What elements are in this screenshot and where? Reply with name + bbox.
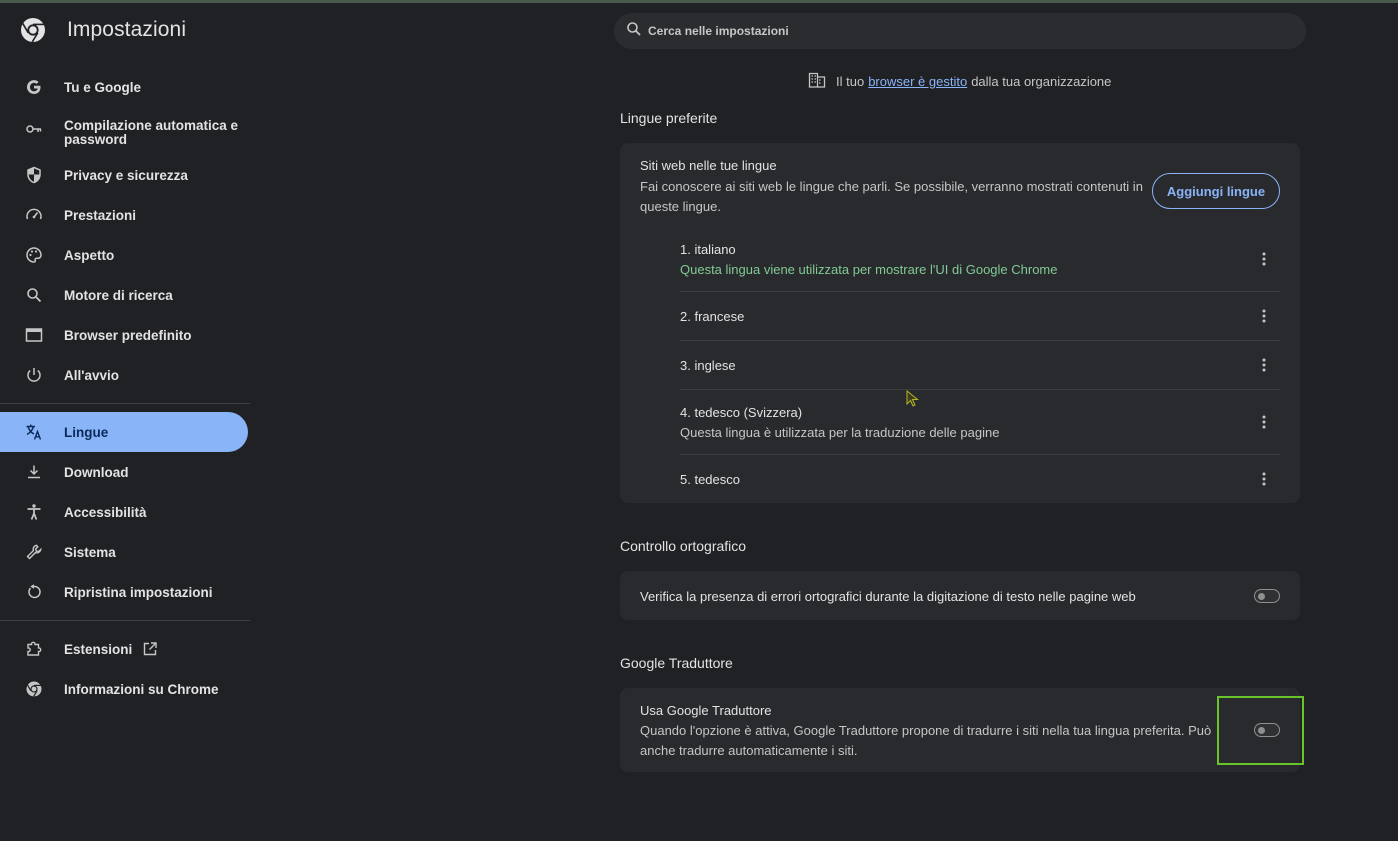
sidebar-item-tu-e-google[interactable]: Tu e Google bbox=[0, 67, 248, 107]
managed-notice: Il tuo browser è gestito dalla tua organ… bbox=[808, 72, 1111, 91]
language-name: 4. tedesco (Svizzera) bbox=[680, 405, 803, 420]
open-in-new-icon bbox=[142, 641, 158, 657]
building-icon bbox=[808, 72, 826, 91]
sidebar-divider bbox=[0, 620, 250, 621]
sidebar-item-label: Tu e Google bbox=[64, 79, 141, 95]
language-row: 3. inglese bbox=[680, 341, 1280, 390]
sidebar-item-label: Prestazioni bbox=[64, 207, 137, 223]
section-title-translate: Google Traduttore bbox=[620, 655, 733, 671]
managed-link[interactable]: browser è gestito bbox=[868, 74, 967, 89]
section-title-languages: Lingue preferite bbox=[620, 110, 718, 126]
sidebar-item-label: Aspetto bbox=[64, 247, 115, 263]
section-title-spellcheck: Controllo ortografico bbox=[620, 538, 747, 554]
chrome-logo-icon bbox=[21, 18, 45, 43]
language-row: 5. tedesco bbox=[680, 455, 1280, 503]
spellcheck-label: Verifica la presenza di errori ortografi… bbox=[640, 589, 1136, 604]
chrome-icon bbox=[24, 679, 44, 699]
translate-icon bbox=[24, 422, 44, 442]
language-note: Questa lingua viene utilizzata per mostr… bbox=[680, 262, 1058, 277]
speedometer-icon bbox=[24, 205, 44, 225]
languages-card: Siti web nelle tue lingue Fai conoscere … bbox=[620, 143, 1300, 503]
power-icon bbox=[24, 365, 44, 385]
language-row: 4. tedesco (Svizzera) Questa lingua è ut… bbox=[680, 390, 1280, 455]
puzzle-icon bbox=[24, 639, 44, 659]
managed-suffix: dalla tua organizzazione bbox=[971, 74, 1112, 89]
settings-search[interactable] bbox=[614, 13, 1306, 49]
sidebar: Impostazioni Tu e Google Compilazione au… bbox=[0, 3, 256, 841]
managed-prefix: Il tuo bbox=[836, 74, 865, 89]
search-input[interactable] bbox=[648, 24, 1248, 38]
more-vert-icon[interactable] bbox=[1256, 357, 1272, 373]
sidebar-item-label: Browser predefinito bbox=[64, 327, 192, 343]
browser-window-icon bbox=[24, 325, 44, 345]
sidebar-item-performance[interactable]: Prestazioni bbox=[0, 195, 248, 235]
accessibility-icon bbox=[24, 502, 44, 522]
language-name: 3. inglese bbox=[680, 358, 736, 373]
more-vert-icon[interactable] bbox=[1256, 414, 1272, 430]
sidebar-item-about-chrome[interactable]: Informazioni su Chrome bbox=[0, 669, 248, 709]
brand: Impostazioni bbox=[20, 17, 186, 43]
languages-card-title: Siti web nelle tue lingue bbox=[640, 158, 777, 173]
page-title: Impostazioni bbox=[67, 18, 187, 41]
key-icon bbox=[24, 119, 44, 139]
mouse-cursor-icon bbox=[906, 390, 919, 407]
sidebar-divider bbox=[0, 403, 250, 404]
sidebar-item-downloads[interactable]: Download bbox=[0, 452, 248, 492]
sidebar-item-label: Lingue bbox=[64, 424, 109, 440]
translate-title: Usa Google Traduttore bbox=[640, 703, 772, 718]
sidebar-item-label: Download bbox=[64, 464, 129, 480]
sidebar-item-label: Ripristina impostazioni bbox=[64, 584, 213, 600]
more-vert-icon[interactable] bbox=[1256, 308, 1272, 324]
sidebar-item-languages[interactable]: Lingue bbox=[0, 412, 248, 452]
sidebar-item-appearance[interactable]: Aspetto bbox=[0, 235, 248, 275]
focus-highlight-box bbox=[1217, 696, 1304, 765]
more-vert-icon[interactable] bbox=[1256, 471, 1272, 487]
language-note: Questa lingua è utilizzata per la traduz… bbox=[680, 425, 1000, 440]
sidebar-item-reset[interactable]: Ripristina impostazioni bbox=[0, 572, 248, 612]
spellcheck-card: Verifica la presenza di errori ortografi… bbox=[620, 571, 1300, 620]
sidebar-item-label: Informazioni su Chrome bbox=[64, 681, 219, 697]
language-name: 1. italiano bbox=[680, 242, 736, 257]
google-g-icon bbox=[24, 77, 44, 97]
search-icon bbox=[626, 21, 642, 42]
sidebar-item-system[interactable]: Sistema bbox=[0, 532, 248, 572]
translate-description: Quando l'opzione è attiva, Google Tradut… bbox=[640, 723, 1212, 758]
download-icon bbox=[24, 462, 44, 482]
sidebar-item-default-browser[interactable]: Browser predefinito bbox=[0, 315, 248, 355]
sidebar-item-on-startup[interactable]: All'avvio bbox=[0, 355, 248, 395]
add-languages-button[interactable]: Aggiungi lingue bbox=[1152, 173, 1280, 209]
sidebar-item-accessibility[interactable]: Accessibilità bbox=[0, 492, 248, 532]
toggle-knob bbox=[1258, 592, 1265, 600]
sidebar-item-extensions[interactable]: Estensioni bbox=[0, 629, 248, 669]
sidebar-item-label: Accessibilità bbox=[64, 504, 147, 520]
search-icon bbox=[24, 285, 44, 305]
sidebar-item-search-engine[interactable]: Motore di ricerca bbox=[0, 275, 248, 315]
wrench-icon bbox=[24, 542, 44, 562]
language-row: 1. italiano Questa lingua viene utilizza… bbox=[680, 231, 1280, 292]
languages-card-description: Fai conoscere ai siti web le lingue che … bbox=[640, 179, 1143, 214]
sidebar-item-privacy[interactable]: Privacy e sicurezza bbox=[0, 155, 248, 195]
sidebar-item-label: Sistema bbox=[64, 544, 116, 560]
sidebar-item-label: Estensioni bbox=[64, 641, 133, 657]
more-vert-icon[interactable] bbox=[1256, 251, 1272, 267]
language-name: 2. francese bbox=[680, 309, 745, 324]
spellcheck-toggle[interactable] bbox=[1254, 589, 1280, 603]
language-row: 2. francese bbox=[680, 292, 1280, 341]
sidebar-item-label: All'avvio bbox=[64, 367, 119, 383]
sidebar-item-label: Compilazione automatica e password bbox=[64, 118, 239, 147]
reset-icon bbox=[24, 582, 44, 602]
sidebar-item-label: Privacy e sicurezza bbox=[64, 167, 188, 183]
shield-icon bbox=[24, 165, 44, 185]
language-name: 5. tedesco bbox=[680, 472, 740, 487]
translate-card: Usa Google Traduttore Quando l'opzione è… bbox=[620, 688, 1300, 772]
sidebar-item-label: Motore di ricerca bbox=[64, 287, 173, 303]
palette-icon bbox=[24, 245, 44, 265]
